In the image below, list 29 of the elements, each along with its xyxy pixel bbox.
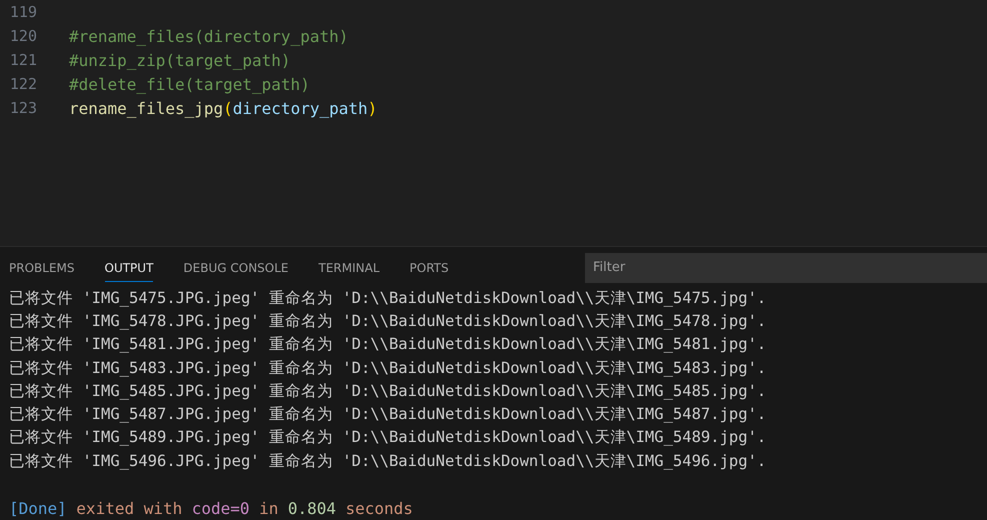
panel-tab[interactable]: DEBUG CONSOLE xyxy=(183,255,289,282)
code-line: rename_files_jpg(directory_path) xyxy=(69,98,378,118)
status-text: 0.804 xyxy=(288,498,336,518)
output-line: 已将文件 'IMG_5478.JPG.jpeg' 重命名为 'D:\\BaiduNetdiskDownload\\天津\IMG_5478.jpg'. xyxy=(9,310,768,332)
panel-tab[interactable]: PORTS xyxy=(410,255,449,282)
line-number: 123 xyxy=(8,99,37,117)
output-line: 已将文件 'IMG_5483.JPG.jpeg' 重命名为 'D:\\BaiduNetdiskDownload\\天津\IMG_5483.jpg'. xyxy=(9,358,768,379)
status-text: [Done] xyxy=(9,498,67,518)
panel-tab[interactable]: PROBLEMS xyxy=(9,255,74,282)
code-line: #rename_files(directory_path) xyxy=(69,26,348,46)
status-text: seconds xyxy=(346,498,413,518)
line-number: 122 xyxy=(8,75,37,93)
filter-field[interactable]: Filter xyxy=(585,252,987,283)
output-line: 已将文件 'IMG_5475.JPG.jpeg' 重命名为 'D:\\BaiduNetdiskDownload\\天津\IMG_5475.jpg'. xyxy=(9,288,768,309)
line-number: 120 xyxy=(8,27,37,45)
status-text: code=0 xyxy=(192,498,250,518)
code-line: #unzip_zip(target_path) xyxy=(69,50,291,70)
panel-tab[interactable]: OUTPUT xyxy=(104,255,154,282)
panel-tab[interactable]: TERMINAL xyxy=(318,255,380,282)
output-line: 已将文件 'IMG_5481.JPG.jpeg' 重命名为 'D:\\BaiduNetdiskDownload\\天津\IMG_5481.jpg'. xyxy=(9,334,768,356)
line-number: 119 xyxy=(8,3,37,21)
status-text: in xyxy=(259,498,278,518)
output-line: 已将文件 'IMG_5487.JPG.jpeg' 重命名为 'D:\\BaiduNetdiskDownload\\天津\IMG_5487.jpg'. xyxy=(9,404,768,426)
code-line: #delete_file(target_path) xyxy=(69,74,310,94)
output-line: 已将文件 'IMG_5485.JPG.jpeg' 重命名为 'D:\\BaiduNetdiskDownload\\天津\IMG_5485.jpg'. xyxy=(9,380,768,402)
output-line: 已将文件 'IMG_5489.JPG.jpeg' 重命名为 'D:\\BaiduNetdiskDownload\\天津\IMG_5489.jpg'. xyxy=(9,427,768,448)
status-text: exited with xyxy=(76,498,182,518)
output-line: 已将文件 'IMG_5496.JPG.jpeg' 重命名为 'D:\\BaiduNetdiskDownload\\天津\IMG_5496.jpg'. xyxy=(9,450,768,472)
line-number: 121 xyxy=(8,51,37,69)
